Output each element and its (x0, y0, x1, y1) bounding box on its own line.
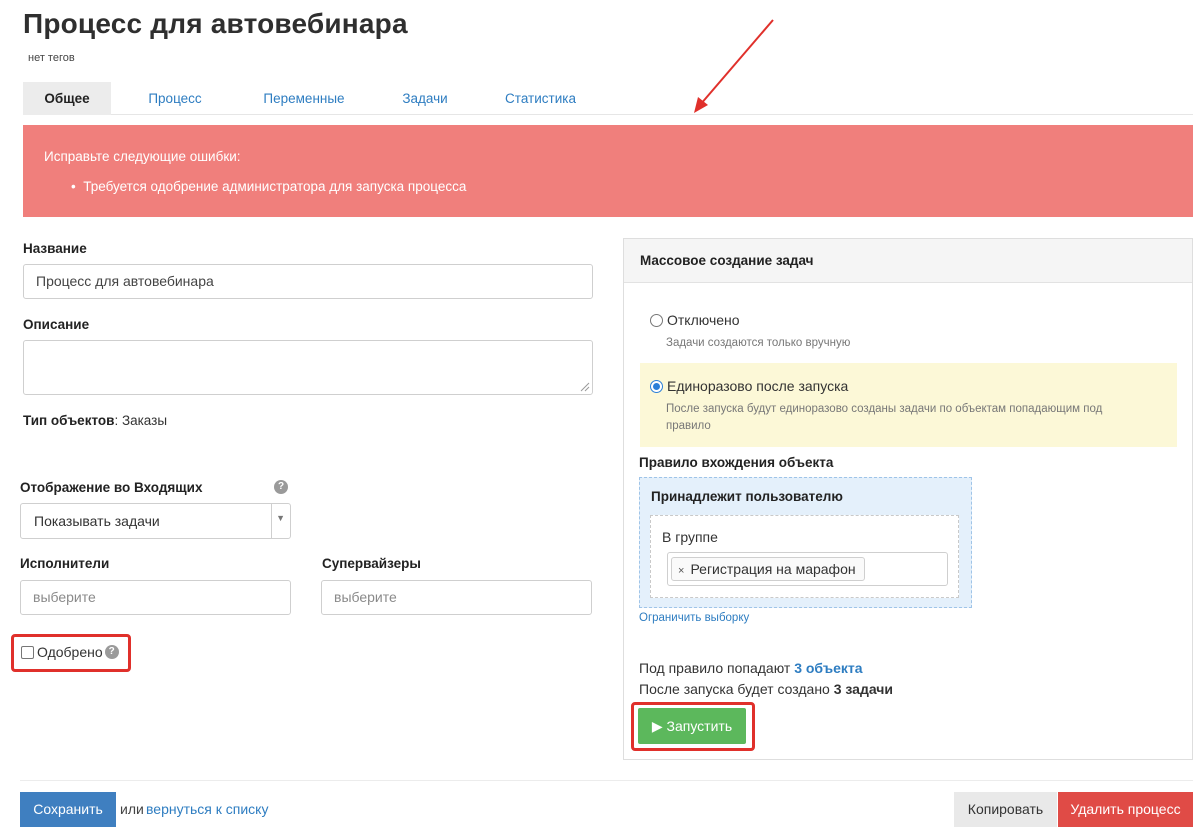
resize-handle-icon[interactable] (580, 382, 590, 392)
select-divider (271, 504, 272, 538)
tags-label: нет тегов (28, 52, 75, 64)
tab-variables[interactable]: Переменные (249, 82, 359, 115)
radio-option-once[interactable]: Единоразово после запуска (650, 378, 848, 394)
name-label: Название (23, 241, 87, 256)
rule-box-title: Принадлежит пользователю (651, 489, 843, 504)
group-tag-field[interactable]: × Регистрация на марафон (667, 552, 948, 586)
page-title: Процесс для автовебинара (23, 8, 408, 39)
remove-tag-icon[interactable]: × (678, 565, 684, 577)
radio-once[interactable] (650, 379, 663, 393)
tab-bar: Общее Процесс Переменные Задачи Статисти… (23, 82, 1193, 115)
approved-label: Одобрено (37, 644, 103, 660)
inbox-display-value: Показывать задачи (34, 513, 160, 529)
help-icon[interactable]: ? (274, 480, 288, 494)
error-alert-item-text: Требуется одобрение администратора для з… (83, 179, 467, 194)
radio-once-hint-line2: правило (666, 420, 711, 432)
created-count: 3 задачи (833, 681, 894, 697)
radio-option-disabled[interactable]: Отключено (650, 312, 740, 328)
supervisors-label: Супервайзеры (322, 556, 421, 571)
match-text: Под правило попадают (639, 660, 795, 676)
tab-tasks[interactable]: Задачи (391, 82, 459, 115)
limit-selection-link[interactable]: Ограничить выборку (639, 612, 749, 624)
object-type-label: Тип объектов (23, 413, 115, 428)
approved-checkbox-row[interactable]: Одобрено ? (21, 644, 119, 660)
supervisors-input[interactable]: выберите (321, 580, 592, 615)
mass-tasks-title: Массовое создание задач (640, 253, 814, 268)
mass-tasks-header: Массовое создание задач (624, 239, 1192, 283)
executors-label: Исполнители (20, 556, 110, 571)
object-type-value: : Заказы (114, 413, 168, 428)
save-button[interactable]: Сохранить (20, 792, 116, 827)
created-text: После запуска будет создано (639, 681, 834, 697)
executors-input[interactable]: выберите (20, 580, 291, 615)
or-text: или (120, 801, 144, 817)
created-summary: После запуска будет создано 3 задачи (639, 681, 893, 697)
error-alert-item: • Требуется одобрение администратора для… (71, 179, 467, 194)
radio-once-label: Единоразово после запуска (667, 378, 849, 394)
run-button[interactable]: ▶ Запустить (638, 708, 746, 744)
copy-button[interactable]: Копировать (954, 792, 1057, 827)
name-input[interactable]: Процесс для автовебинара (23, 264, 593, 299)
error-alert-title: Исправьте следующие ошибки: (44, 149, 241, 164)
radio-disabled-hint: Задачи создаются только вручную (666, 337, 851, 349)
annotation-arrow-icon (694, 19, 774, 113)
chevron-down-icon: ▼ (276, 513, 285, 523)
radio-disabled-label: Отключено (667, 312, 740, 328)
footer-divider (20, 780, 1193, 781)
error-alert: Исправьте следующие ошибки: • Требуется … (23, 125, 1193, 217)
match-count-link[interactable]: 3 объекта (794, 660, 862, 676)
inbox-display-label: Отображение во Входящих (20, 480, 203, 495)
tab-process[interactable]: Процесс (135, 82, 215, 115)
group-tag-chip: × Регистрация на марафон (671, 557, 865, 581)
radio-disabled[interactable] (650, 313, 663, 327)
radio-once-hint-line1: После запуска будут единоразово созданы … (666, 403, 1103, 415)
match-summary: Под правило попадают 3 объекта (639, 660, 863, 676)
object-type: Тип объектов: Заказы (23, 413, 167, 428)
description-label: Описание (23, 317, 90, 332)
approved-checkbox[interactable] (21, 645, 34, 659)
in-group-label: В группе (662, 529, 718, 545)
rule-label: Правило вхождения объекта (639, 455, 834, 470)
help-icon[interactable]: ? (104, 645, 119, 659)
back-to-list-link[interactable]: вернуться к списку (146, 801, 268, 817)
tab-statistics[interactable]: Статистика (493, 82, 588, 115)
delete-process-button[interactable]: Удалить процесс (1058, 792, 1193, 827)
tab-general[interactable]: Общее (23, 82, 111, 115)
description-textarea[interactable] (23, 340, 593, 395)
group-tag-label: Регистрация на марафон (690, 561, 856, 577)
inbox-display-select[interactable]: Показывать задачи ▼ (20, 503, 291, 539)
